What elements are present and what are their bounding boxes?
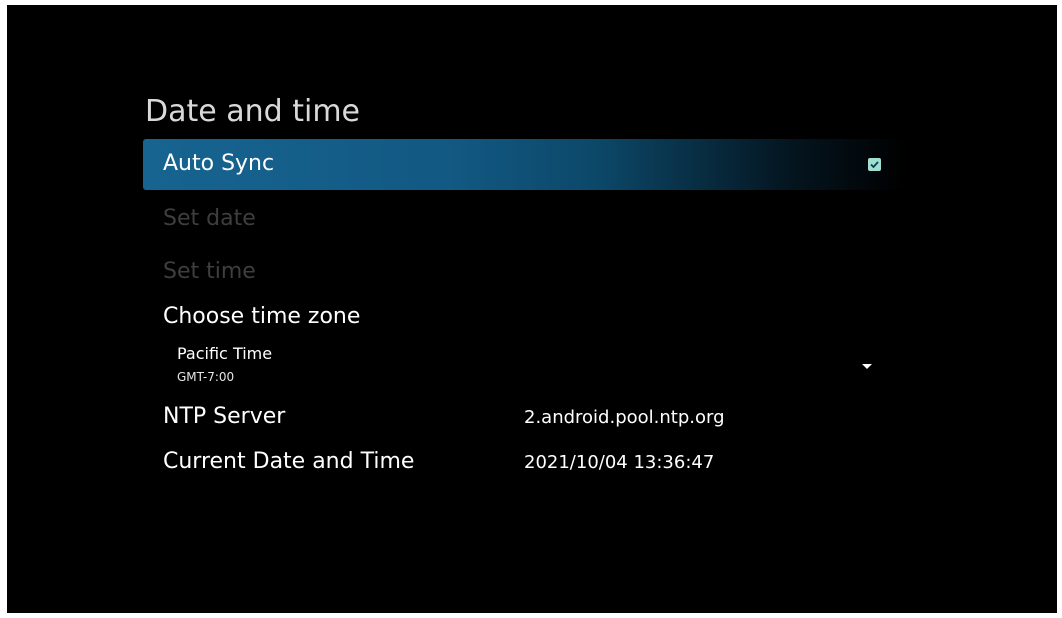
checkmark-icon [870,161,879,169]
ntp-server-value: 2.android.pool.ntp.org [524,407,725,428]
choose-time-zone-row[interactable]: Choose time zone [143,299,906,339]
set-date-label: Set date [163,206,256,231]
current-date-time-value: 2021/10/04 13:36:47 [524,452,715,473]
current-date-time-label: Current Date and Time [163,449,415,474]
choose-time-zone-label: Choose time zone [163,304,361,329]
time-zone-offset: GMT-7:00 [177,370,235,384]
set-time-row[interactable]: Set time [143,254,906,294]
auto-sync-checkbox[interactable] [868,158,881,171]
set-time-label: Set time [163,259,256,284]
auto-sync-label: Auto Sync [163,151,275,176]
time-zone-value[interactable]: Pacific Time [177,344,272,363]
auto-sync-row[interactable]: Auto Sync [143,139,906,190]
tv-settings-screen: Date and time Auto Sync Set date Set tim… [7,5,1057,613]
set-date-row[interactable]: Set date [143,201,906,241]
page-title: Date and time [145,94,360,129]
ntp-server-label: NTP Server [163,404,286,429]
chevron-down-icon[interactable] [862,364,872,369]
